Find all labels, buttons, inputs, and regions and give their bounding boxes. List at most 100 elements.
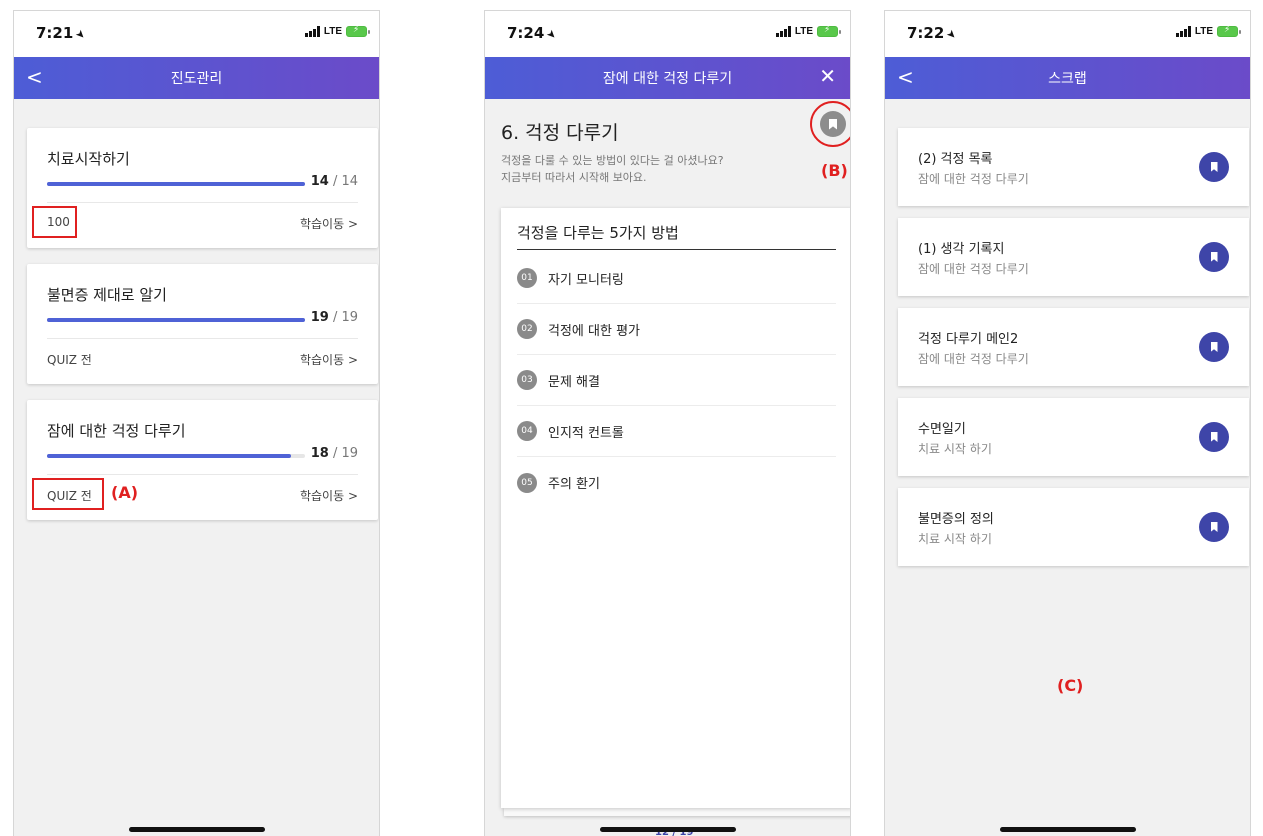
scrap-title: 불면증의 정의 [918,512,994,527]
signal-icon [1175,26,1191,37]
method-number: 02 [517,319,537,339]
clock: 7:22 [907,24,945,42]
signal-icon [775,26,791,37]
scrap-item[interactable]: 걱정 다루기 메인2 잠에 대한 걱정 다루기 [898,308,1249,386]
progress-bar [47,318,305,322]
signal-icon [304,26,320,37]
scrap-item[interactable]: (1) 생각 기록지 잠에 대한 걱정 다루기 [898,218,1249,296]
highlight-box [32,478,104,510]
home-indicator [999,827,1136,832]
method-card: 걱정을 다루는 5가지 방법 01 자기 모니터링 02 걱정에 대한 평가 03 문… [501,208,850,808]
scrap-subtitle: 치료 시작 하기 [918,442,992,456]
carrier-label: LTE [794,26,813,37]
progress-count: 18 / 19 [310,446,358,461]
scrap-item[interactable]: 수면일기 치료 시작 하기 [898,398,1249,476]
annotation-label: (B) [821,161,848,180]
page-title: 스크랩 [1048,71,1087,87]
scrap-subtitle: 잠에 대한 걱정 다루기 [918,352,1029,366]
method-card-title: 걱정을 다루는 5가지 방법 [517,224,679,242]
battery-icon: ⚡ [817,25,841,37]
method-item: 01 자기 모니터링 [517,253,836,304]
lesson-screen: 7:24➤ LTE ⚡ 잠에 대한 걱정 다루기 ✕ 6. 걱정 다루기 걱정을… [484,10,851,836]
highlight-circle [810,101,850,147]
back-icon[interactable]: < [26,65,43,89]
home-indicator [599,827,736,832]
scrap-subtitle: 잠에 대한 걱정 다루기 [918,262,1029,276]
annotation-label: (C) [1057,676,1084,695]
battery-icon: ⚡ [1217,25,1241,37]
clock: 7:24 [507,24,545,42]
card-shadow-stack [504,808,850,816]
status-bar: 7:24➤ LTE ⚡ [485,11,850,57]
bookmark-button[interactable] [1199,242,1229,272]
bookmark-button[interactable] [1199,152,1229,182]
bookmark-icon [1210,162,1218,172]
divider [517,249,836,250]
progress-bar [47,454,305,458]
go-study-link[interactable]: 학습이동 > [300,487,358,504]
back-icon[interactable]: < [897,65,914,89]
annotation-label: (A) [111,483,139,502]
bookmark-button[interactable] [1199,422,1229,452]
home-indicator [128,827,265,832]
status-bar: 7:21➤ LTE ⚡ [14,11,379,57]
bookmark-button[interactable] [1199,512,1229,542]
method-label: 주의 환기 [548,477,600,492]
scrap-subtitle: 잠에 대한 걱정 다루기 [918,172,1029,186]
app-header: < 진도관리 [14,57,379,99]
method-number: 04 [517,421,537,441]
status-bar: 7:22➤ LTE ⚡ [885,11,1250,57]
divider [47,474,358,475]
method-label: 걱정에 대한 평가 [548,323,640,339]
scrap-subtitle: 치료 시작 하기 [918,532,992,546]
progress-count: 19 / 19 [310,310,358,325]
progress-screen: 7:21➤ LTE ⚡ < 진도관리 치료시작하기 14 / 14 100 학습… [13,10,380,836]
progress-fill [47,182,305,186]
divider [47,202,358,203]
method-number: 05 [517,472,537,493]
bookmark-icon [1210,252,1218,262]
carrier-label: LTE [1194,26,1213,37]
bookmark-button[interactable] [1199,332,1229,362]
scrap-item[interactable]: (2) 걱정 목록 잠에 대한 걱정 다루기 [898,128,1249,206]
progress-count: 14 / 14 [310,174,358,189]
bookmark-icon [1210,342,1218,352]
course-card[interactable]: 불면증 제대로 알기 19 / 19 QUIZ 전 학습이동 > [27,264,378,384]
location-icon: ➤ [544,26,560,43]
app-header: < 스크랩 [885,57,1250,99]
method-number: 03 [517,370,537,390]
location-icon: ➤ [944,26,960,43]
scrap-screen: 7:22➤ LTE ⚡ < 스크랩 (2) 걱정 목록 잠에 대한 걱정 다루기… [884,10,1251,836]
method-label: 인지적 컨트롤 [548,425,624,441]
method-item: 03 문제 해결 [517,355,836,406]
progress-bar [47,182,305,186]
method-number: 01 [517,268,537,288]
battery-icon: ⚡ [346,25,370,37]
method-item: 02 걱정에 대한 평가 [517,304,836,355]
bookmark-icon [1210,522,1218,532]
course-title: 치료시작하기 [47,150,130,168]
app-header: 잠에 대한 걱정 다루기 ✕ [485,57,850,99]
lesson-subtitle: 걱정을 다룰 수 있는 방법이 있다는 걸 아셨나요? 지금부터 따라서 시작해… [501,154,724,184]
method-label: 자기 모니터링 [548,272,624,288]
method-item: 04 인지적 컨트롤 [517,406,836,457]
close-icon[interactable]: ✕ [819,64,836,88]
quiz-status: QUIZ 전 [47,353,92,367]
location-icon: ➤ [73,26,89,43]
course-title: 불면증 제대로 알기 [47,286,167,304]
method-item: 05 주의 환기 [517,457,836,508]
course-title: 잠에 대한 걱정 다루기 [47,422,186,440]
lesson-heading: 6. 걱정 다루기 [501,122,619,144]
go-study-link[interactable]: 학습이동 > [300,215,358,232]
scrap-item[interactable]: 불면증의 정의 치료 시작 하기 [898,488,1249,566]
page-title: 진도관리 [170,71,223,87]
clock: 7:21 [36,24,74,42]
go-study-link[interactable]: 학습이동 > [300,351,358,368]
course-card[interactable]: 치료시작하기 14 / 14 100 학습이동 > [27,128,378,248]
scrap-title: (1) 생각 기록지 [918,242,1005,257]
divider [47,338,358,339]
progress-fill [47,454,292,458]
page-title: 잠에 대한 걱정 다루기 [602,71,733,87]
method-label: 문제 해결 [548,374,600,390]
bookmark-icon [1210,432,1218,442]
